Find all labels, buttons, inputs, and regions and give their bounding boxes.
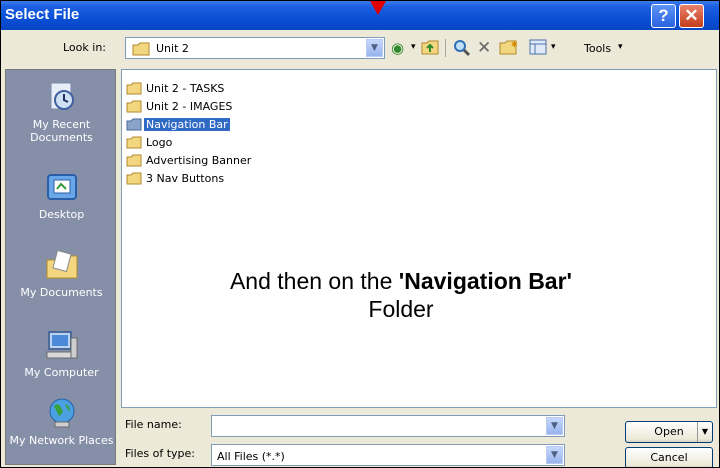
look-in-label: Look in: [63, 41, 106, 54]
file-type-value: All Files (*.*) [217, 450, 285, 463]
file-name: 3 Nav Buttons [146, 171, 225, 185]
svg-text:✱: ✱ [511, 40, 518, 49]
desktop-icon [46, 174, 77, 200]
tools-dropdown-chevron-icon[interactable]: ▾ [618, 42, 623, 52]
list-item[interactable]: 3 Nav Buttons [126, 170, 226, 185]
tools-menu[interactable]: Tools [584, 42, 611, 55]
chevron-down-icon[interactable]: ▼ [546, 446, 563, 464]
cancel-button[interactable]: Cancel [625, 447, 713, 467]
chevron-down-icon[interactable]: ▼ [546, 417, 563, 435]
folder-icon [126, 118, 142, 130]
file-name-combo[interactable]: ▼ [211, 415, 565, 437]
place-my-computer[interactable]: My Computer [6, 328, 117, 379]
caption-line1-bold: 'Navigation Bar' [398, 268, 573, 294]
back-dropdown-chevron-icon[interactable]: ▾ [411, 42, 416, 52]
network-places-icon [49, 398, 74, 428]
place-label: My Computer [24, 366, 99, 379]
list-item[interactable]: Logo [126, 134, 174, 149]
cancel-label: Cancel [650, 451, 688, 464]
up-folder-icon[interactable] [421, 39, 439, 55]
file-type-dropdown[interactable]: All Files (*.*) ▼ [211, 444, 565, 466]
place-desktop[interactable]: Desktop [6, 170, 117, 221]
file-name: Advertising Banner [146, 153, 252, 167]
place-label: My Network Places [9, 434, 114, 447]
title-bar[interactable]: Select File ? ✕ [1, 1, 719, 30]
list-item[interactable]: Advertising Banner [126, 152, 253, 167]
open-button[interactable]: Open ▼ [625, 421, 713, 443]
folder-icon [126, 172, 142, 184]
my-computer-icon [46, 331, 77, 359]
views-dropdown-chevron-icon[interactable]: ▾ [551, 42, 556, 52]
delete-icon[interactable]: ✕ [477, 39, 491, 57]
folder-icon [126, 82, 142, 94]
views-icon[interactable] [529, 39, 547, 55]
place-label: My Recent Documents [30, 118, 93, 144]
file-name: Navigation Bar [144, 117, 230, 131]
my-documents-icon [46, 249, 77, 279]
places-bar: My Recent Documents Desktop My Documents [5, 69, 116, 465]
chevron-down-icon[interactable]: ▼ [366, 39, 383, 57]
list-item[interactable]: Unit 2 - TASKS [126, 80, 226, 95]
new-folder-icon[interactable]: ✱ [499, 39, 519, 55]
look-in-dropdown[interactable]: Unit 2 ▼ [125, 37, 385, 59]
place-label: My Documents [20, 286, 103, 299]
instruction-caption: And then on the 'Navigation Bar' Folder [151, 267, 651, 323]
place-my-recent-documents[interactable]: My Recent Documents [6, 80, 117, 144]
help-button[interactable]: ? [651, 4, 676, 28]
place-my-network-places[interactable]: My Network Places [6, 396, 117, 447]
open-dropdown-chevron-icon[interactable]: ▼ [697, 422, 712, 442]
file-name: Unit 2 - TASKS [146, 81, 225, 95]
folder-icon [132, 42, 150, 56]
list-item-selected[interactable]: Navigation Bar [126, 116, 230, 131]
select-file-dialog: Select File ? ✕ Look in: Unit 2 ▼ ◉ ▾ ✕ … [0, 0, 720, 468]
toolbar-separator [445, 39, 446, 57]
folder-icon [126, 136, 142, 148]
place-my-documents[interactable]: My Documents [6, 248, 117, 299]
file-name: Unit 2 - IMAGES [146, 99, 233, 113]
file-name-label: File name: [125, 418, 182, 431]
file-type-label: Files of type: [125, 447, 196, 460]
folder-icon [126, 154, 142, 166]
folder-icon [126, 100, 142, 112]
close-button[interactable]: ✕ [679, 4, 704, 28]
caption-line2: Folder [368, 296, 434, 322]
look-in-value: Unit 2 [156, 42, 189, 55]
window-title: Select File [5, 6, 80, 23]
caption-line1-prefix: And then on the [229, 268, 399, 294]
recent-documents-icon [50, 82, 74, 110]
open-label: Open [654, 425, 684, 438]
file-list[interactable]: Unit 2 - TASKS Unit 2 - IMAGES Navigatio… [121, 69, 717, 408]
search-web-icon[interactable] [453, 39, 471, 57]
back-icon[interactable]: ◉ [391, 39, 404, 57]
annotation-arrow-icon [370, 1, 386, 15]
file-name: Logo [146, 135, 173, 149]
place-label: Desktop [38, 208, 85, 221]
list-item[interactable]: Unit 2 - IMAGES [126, 98, 234, 113]
